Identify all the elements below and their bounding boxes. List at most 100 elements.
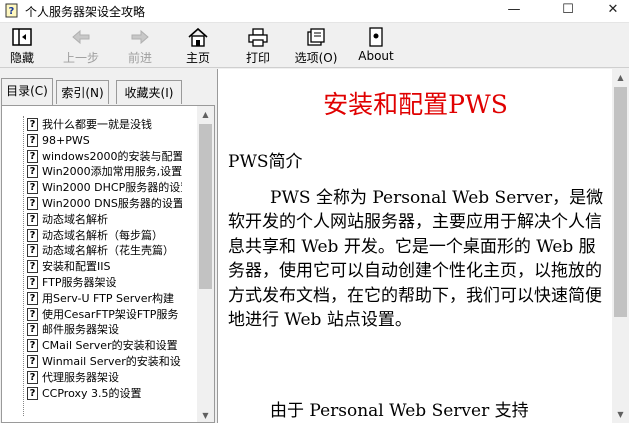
tree-item[interactable]: ? CMail Server的安装和设置: [27, 338, 182, 354]
tree-item[interactable]: ? windows2000的安装与配置: [27, 149, 182, 165]
article-subhead: PWS简介: [228, 152, 303, 172]
help-topic-icon: ?: [27, 244, 38, 258]
help-topic-icon: ?: [27, 181, 38, 195]
help-topic-icon: ?: [27, 386, 38, 400]
tree-item-label: CCProxy 3.5的设置: [42, 386, 142, 400]
options-icon: [307, 28, 325, 46]
print-label: 打印: [245, 51, 270, 65]
help-topic-icon: ?: [27, 354, 38, 368]
content-scrollbar[interactable]: ▲ ▼: [612, 69, 629, 423]
help-topic-icon: ?: [27, 149, 38, 163]
window-title: 个人服务器架设全攻略: [25, 5, 146, 19]
help-topic-icon: ?: [27, 118, 38, 131]
about-book-icon: [369, 27, 383, 47]
tree-item-label: CMail Server的安装和设置: [42, 339, 178, 353]
scroll-down-arrow-icon[interactable]: ▼: [197, 407, 214, 422]
tab-contents[interactable]: 目录(C): [1, 78, 53, 105]
hide-button[interactable]: 隐藏: [4, 23, 40, 67]
tree-item[interactable]: ? 我什么都要一就是没钱: [27, 117, 182, 133]
back-label: 上一步: [62, 51, 99, 65]
help-topic-icon: ?: [27, 339, 38, 353]
back-button[interactable]: 上一步: [58, 23, 104, 67]
tree-item[interactable]: ? 安装和配置IIS: [27, 259, 182, 275]
help-topic-icon: ?: [27, 323, 38, 337]
tree-item-label: 邮件服务器架设: [42, 323, 119, 337]
tree-item[interactable]: ? 代理服务器架设: [27, 370, 182, 386]
toolbar: 隐藏 上一步 前进 主页 打印 选项(O) About: [0, 23, 629, 68]
options-label: 选项(O): [294, 51, 338, 65]
tree-item-label: Win2000 DHCP服务器的设置: [42, 181, 182, 195]
tree-item[interactable]: ? Win2000 DHCP服务器的设置: [27, 180, 182, 196]
tab-index[interactable]: 索引(N): [56, 80, 109, 104]
forward-arrow-icon: [131, 29, 149, 45]
tree-item-label: windows2000的安装与配置: [42, 149, 182, 163]
help-topic-icon: ?: [27, 275, 38, 289]
printer-icon: [248, 28, 268, 47]
help-topic-icon: ?: [27, 291, 38, 305]
tree-item-label: 动态域名解析（花生壳篇）: [42, 244, 174, 258]
help-topic-icon: ?: [27, 370, 38, 384]
tree-item-label: 我什么都要一就是没钱: [42, 118, 152, 131]
article-paragraph-2: 由于 Personal Web Server 支持: [270, 401, 529, 421]
article-title: 安装和配置PWS: [323, 90, 508, 119]
tree-item[interactable]: ? 动态域名解析（花生壳篇）: [27, 243, 182, 259]
minimize-button[interactable]: —: [491, 0, 537, 22]
home-label: 主页: [185, 51, 210, 65]
tree-item[interactable]: ? 动态域名解析: [27, 212, 182, 228]
close-button[interactable]: ✕: [590, 0, 629, 22]
article-paragraph: PWS 全称为 Personal Web Server，是微软开发的个人网站服务…: [228, 188, 604, 331]
help-topic-icon: ?: [27, 212, 38, 226]
tab-favorites[interactable]: 收藏夹(I): [116, 80, 182, 104]
scroll-up-arrow-icon[interactable]: ▲: [612, 69, 629, 86]
help-book-icon: ?: [5, 3, 18, 18]
tree-item-label: Winmail Server的安装和设: [42, 354, 181, 368]
help-topic-icon: ?: [27, 133, 38, 147]
scrollbar-thumb[interactable]: [614, 87, 627, 317]
tree-connector: [23, 116, 25, 416]
options-button[interactable]: 选项(O): [292, 23, 340, 67]
content-pane: 安装和配置PWS PWS简介 PWS 全称为 Personal Web Serv…: [217, 69, 629, 423]
tree-item-label: 安装和配置IIS: [42, 260, 111, 274]
contents-scrollbar[interactable]: ▲ ▼: [197, 106, 214, 422]
tree-item-label: Win2000添加常用服务,设置: [42, 165, 182, 179]
tree-item-label: 代理服务器架设: [42, 370, 119, 384]
tree-item[interactable]: ? 动态域名解析（每步篇）: [27, 228, 182, 244]
tree-item[interactable]: ? 使用CesarFTP架设FTP服务: [27, 307, 182, 323]
help-topic-icon: ?: [27, 228, 38, 242]
home-icon: [188, 27, 208, 47]
tree-item-label: 使用CesarFTP架设FTP服务: [42, 307, 179, 321]
hide-pane-icon: [12, 28, 32, 46]
tree-item-label: 动态域名解析（每步篇）: [42, 228, 163, 242]
help-topic-icon: ?: [27, 260, 38, 274]
tree-item-label: FTP服务器架设: [42, 275, 117, 289]
tree-item[interactable]: ? 用Serv-U FTP Server构建: [27, 291, 182, 307]
tree-item[interactable]: ? Winmail Server的安装和设: [27, 354, 182, 370]
contents-pane: ? 我什么都要一就是没钱? 98+PWS? windows2000的安装与配置? Win…: [1, 105, 215, 423]
tree-item[interactable]: ? Win2000添加常用服务,设置: [27, 164, 182, 180]
forward-button[interactable]: 前进: [120, 23, 160, 67]
scroll-up-arrow-icon[interactable]: ▲: [197, 106, 214, 123]
help-topic-icon: ?: [27, 196, 38, 210]
svg-text:?: ?: [9, 6, 15, 17]
tree-item-label: Win2000 DNS服务器的设置: [42, 196, 182, 210]
scroll-down-arrow-icon[interactable]: ▼: [612, 406, 629, 423]
tree-item[interactable]: ? 98+PWS: [27, 133, 182, 149]
title-bar: ? 个人服务器架设全攻略 — ☐ ✕: [0, 0, 629, 23]
contents-tree: ? 我什么都要一就是没钱? 98+PWS? windows2000的安装与配置? Win…: [27, 117, 182, 412]
forward-label: 前进: [127, 51, 152, 65]
home-button[interactable]: 主页: [178, 23, 218, 67]
navigation-tabs: 目录(C) 索引(N) 收藏夹(I): [0, 78, 218, 106]
about-label: About: [358, 49, 394, 63]
tree-item[interactable]: ? Win2000 DNS服务器的设置: [27, 196, 182, 212]
tree-item-label: 98+PWS: [42, 133, 90, 147]
tree-item[interactable]: ? 邮件服务器架设: [27, 322, 182, 338]
maximize-button[interactable]: ☐: [545, 0, 591, 22]
tree-item-label: 用Serv-U FTP Server构建: [42, 291, 175, 305]
tree-item[interactable]: ? CCProxy 3.5的设置: [27, 386, 182, 402]
tree-item[interactable]: ? FTP服务器架设: [27, 275, 182, 291]
back-arrow-icon: [72, 29, 90, 45]
about-button[interactable]: About: [356, 23, 396, 67]
tree-item-label: 动态域名解析: [42, 212, 108, 226]
scrollbar-thumb[interactable]: [199, 124, 212, 289]
print-button[interactable]: 打印: [240, 23, 276, 67]
